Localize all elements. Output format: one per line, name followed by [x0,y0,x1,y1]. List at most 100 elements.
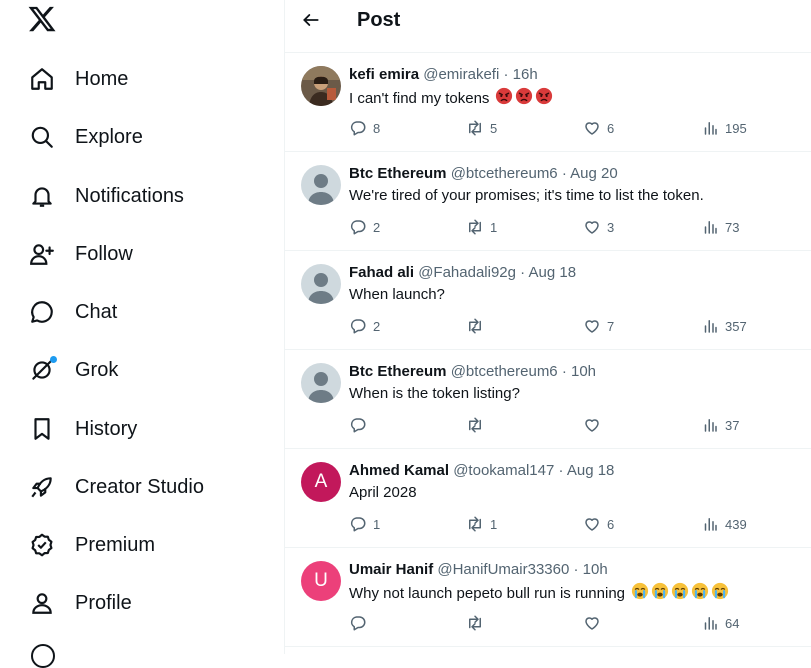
author-name[interactable]: Ahmed Kamal [349,462,449,479]
default-avatar-icon [308,273,334,304]
reply-button[interactable]: 2 [349,317,380,335]
sidebar-item-profile[interactable]: Profile [28,581,132,625]
like-count: 6 [607,516,615,532]
repost-button[interactable] [466,416,490,434]
views-icon [704,320,717,333]
heart-icon [585,518,599,531]
author-handle[interactable]: @HanifUmair33360 [437,561,569,578]
reply-tweet[interactable]: Btc Ethereum @btcethereum6 · 10h When is… [285,350,811,449]
repost-icon [469,120,481,136]
action-bar: 64 [349,614,749,634]
like-button[interactable]: 7 [583,317,614,335]
views-button[interactable]: 64 [701,614,739,632]
crying-face-emoji [711,582,729,600]
tweet-text: When launch? [349,285,445,305]
sidebar-item-notifications[interactable]: Notifications [28,174,184,218]
avatar[interactable] [301,363,341,403]
like-button[interactable]: 6 [583,515,614,533]
author-handle[interactable]: @Fahadali92g [418,264,516,281]
timestamp[interactable]: Aug 20 [570,165,618,182]
views-icon [704,122,717,135]
separator-dot: · [558,462,564,479]
author-handle[interactable]: @btcethereum6 [451,363,558,380]
timestamp[interactable]: 16h [513,66,538,83]
author-handle[interactable]: @btcethereum6 [451,165,558,182]
sidebar-item-chat[interactable]: Chat [28,290,117,334]
tweet-text-content: When is the token listing? [349,385,520,402]
views-button[interactable]: 73 [701,218,739,236]
reply-icon [350,220,366,235]
repost-button[interactable]: 5 [466,119,497,137]
rocket-icon [28,473,56,501]
action-bar: 37 [349,416,749,436]
sidebar-item-grok[interactable]: Grok [28,348,118,392]
sidebar-item-explore[interactable]: Explore [28,115,143,159]
like-button[interactable] [583,416,607,434]
author-name[interactable]: kefi emira [349,66,419,83]
tweet-text: April 2028 [349,483,417,503]
like-button[interactable]: 6 [583,119,614,137]
emoji-group [493,87,553,111]
repost-icon [469,318,481,334]
reply-tweet[interactable]: U Umair Hanif @HanifUmair33360 · 10h Why… [285,548,811,647]
avatar[interactable]: A [301,462,341,502]
repost-button[interactable] [466,317,490,335]
views-button[interactable]: 357 [701,317,747,335]
sidebar-item-premium[interactable]: Premium [28,523,155,567]
author-handle[interactable]: @emirakefi [423,66,499,83]
reply-tweet[interactable]: A Ahmed Kamal @tookamal147 · Aug 18 Apri… [285,449,811,548]
emoji-group [629,582,729,606]
reply-button[interactable] [349,416,373,434]
views-button[interactable]: 195 [701,119,747,137]
reply-tweet[interactable]: Fahad ali @Fahadali92g · Aug 18 When lau… [285,251,811,350]
sidebar-item-follow[interactable]: Follow [28,232,133,276]
repost-icon [469,219,481,235]
avatar[interactable] [301,66,341,106]
x-logo-icon[interactable] [27,4,59,36]
timestamp[interactable]: 10h [583,561,608,578]
timestamp[interactable]: Aug 18 [567,462,615,479]
heart-icon [585,617,599,630]
repost-button[interactable]: 1 [466,515,497,533]
author-name[interactable]: Btc Ethereum [349,363,447,380]
sidebar-item-home[interactable]: Home [28,57,128,101]
avatar[interactable]: U [301,561,341,601]
reply-tweet[interactable]: Btc Ethereum @btcethereum6 · Aug 20 We'r… [285,152,811,251]
author-name[interactable]: Btc Ethereum [349,165,447,182]
tweet-text: Why not launch pepeto bull run is runnin… [349,582,729,606]
sidebar-item-label: Grok [75,358,119,381]
timestamp[interactable]: Aug 18 [529,264,577,281]
home-icon [28,65,56,93]
reply-button[interactable]: 8 [349,119,380,137]
crying-face-emoji [671,582,689,600]
reply-icon [350,121,366,136]
main-column: Post kefi emira @emirakefi · 16h I can't… [285,0,811,654]
author-handle[interactable]: @tookamal147 [453,462,554,479]
like-button[interactable] [583,614,607,632]
tweet-text: When is the token listing? [349,384,520,404]
author-name[interactable]: Umair Hanif [349,561,433,578]
reply-tweet[interactable]: kefi emira @emirakefi · 16h I can't find… [285,53,811,152]
timestamp[interactable]: 10h [571,363,596,380]
sidebar-item-history[interactable]: History [28,407,137,451]
repost-button[interactable]: 1 [466,218,497,236]
back-arrow-icon[interactable] [299,8,323,32]
reply-button[interactable] [349,614,373,632]
avatar[interactable] [301,264,341,304]
separator-dot: · [573,561,579,578]
repost-button[interactable] [466,614,490,632]
more-icon[interactable] [31,644,55,668]
avatar[interactable] [301,165,341,205]
reply-button[interactable]: 1 [349,515,380,533]
like-button[interactable]: 3 [583,218,614,236]
grok-icon [28,356,57,384]
views-count: 439 [725,516,747,532]
author-name[interactable]: Fahad ali [349,264,414,281]
tweet-text-content: We're tired of your promises; it's time … [349,187,704,204]
search-icon [28,123,56,151]
page-title: Post [357,9,401,31]
views-button[interactable]: 37 [701,416,739,434]
views-button[interactable]: 439 [701,515,747,533]
reply-button[interactable]: 2 [349,218,380,236]
sidebar-item-creator-studio[interactable]: Creator Studio [28,465,204,509]
